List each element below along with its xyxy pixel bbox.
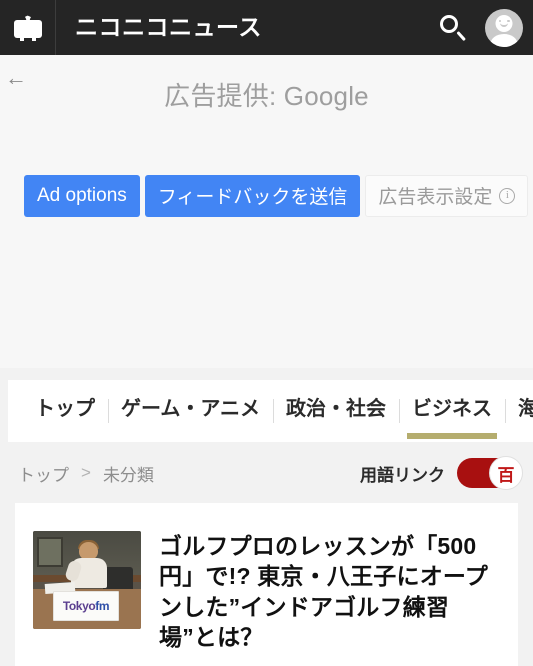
term-link-group: 用語リンク 百 [360, 456, 523, 490]
info-icon: i [499, 187, 516, 204]
tab-overseas[interactable]: 海外 [505, 380, 533, 442]
article-headline: ゴルフプロのレッスンが「500円」で!? 東京・八王子にオープンした”インドアゴ… [159, 533, 488, 651]
article-row: Tokyofm ゴルフプロのレッスンが「500円」で!? 東京・八王子にオープン… [15, 503, 518, 652]
site-title: ニコニコニュース [75, 14, 262, 40]
breadcrumb-row: トップ > 未分類 用語リンク 百 [0, 448, 533, 498]
search-icon[interactable] [437, 13, 467, 43]
tv-icon [13, 15, 42, 41]
tab-game-anime[interactable]: ゲーム・アニメ [108, 380, 273, 442]
ad-options-button[interactable]: Ad options [24, 175, 140, 217]
category-tabs: トップ ゲーム・アニメ 政治・社会 ビジネス 海外 スポ [8, 380, 533, 442]
category-tabbar: トップ ゲーム・アニメ 政治・社会 ビジネス 海外 スポ [8, 380, 533, 442]
breadcrumb: トップ > 未分類 [18, 461, 154, 486]
user-avatar-icon[interactable] [485, 8, 523, 47]
tab-business[interactable]: ビジネス [399, 380, 505, 442]
tokyofm-logo-accent: fm [95, 599, 110, 613]
site-logo-button[interactable] [0, 0, 56, 55]
advertisement-area: ← 広告提供: Google Ad options フィードバックを送信 広告表… [0, 55, 533, 368]
header-actions [437, 0, 523, 55]
term-link-toggle[interactable]: 百 [457, 456, 523, 490]
tab-politics-society[interactable]: 政治・社会 [273, 380, 399, 442]
breadcrumb-item-top[interactable]: トップ [18, 461, 69, 486]
article-card[interactable]: Tokyofm ゴルフプロのレッスンが「500円」で!? 東京・八王子にオープン… [15, 503, 518, 666]
breadcrumb-separator: > [81, 463, 91, 482]
app-header: ニコニコニュース [0, 0, 533, 55]
term-link-toggle-knob: 百 [489, 456, 523, 490]
article-thumbnail: Tokyofm [33, 531, 141, 629]
tokyofm-logo-main: Tokyo [62, 599, 96, 613]
send-feedback-button[interactable]: フィードバックを送信 [144, 175, 361, 217]
tokyofm-logo: Tokyofm [62, 599, 110, 613]
page-root: ニコニコニュース ← 広告提供: Google Ad options フィードバ… [0, 0, 533, 666]
tab-top[interactable]: トップ [22, 380, 108, 442]
term-link-label: 用語リンク [360, 465, 445, 485]
ad-settings-button[interactable]: 広告表示設定 i [365, 175, 529, 217]
ad-provider-label: 広告提供: Google [164, 81, 369, 111]
thumbnail-logo-box: Tokyofm [53, 591, 119, 621]
ad-settings-label: 広告表示設定 [378, 187, 493, 208]
ad-buttons: Ad options フィードバックを送信 広告表示設定 i [24, 175, 529, 217]
breadcrumb-item-uncategorized[interactable]: 未分類 [103, 461, 154, 486]
